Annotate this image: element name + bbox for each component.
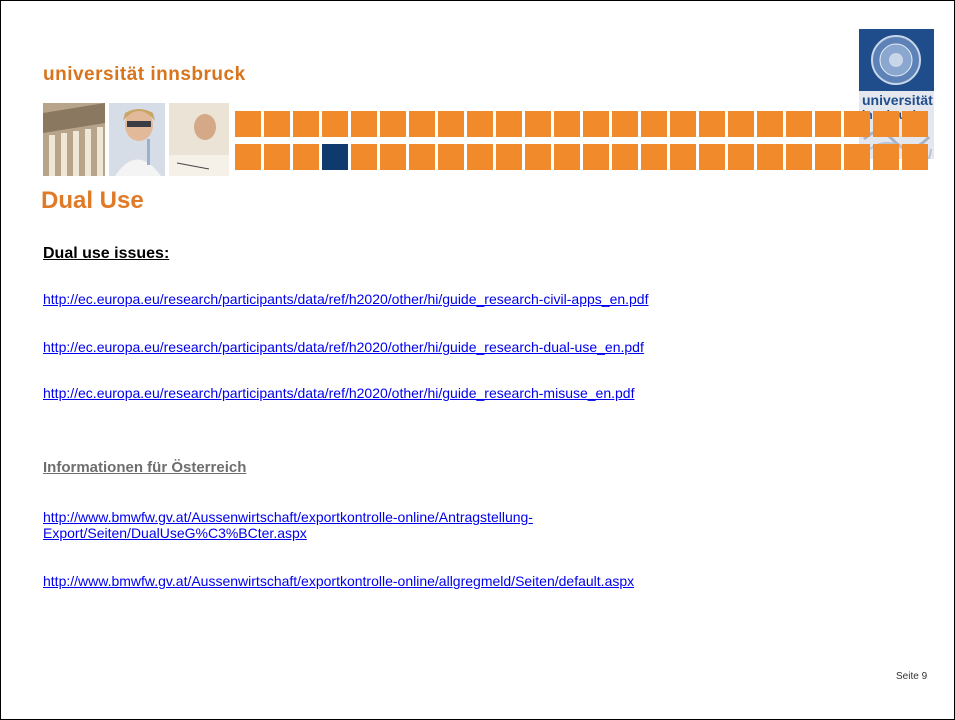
orange-tile xyxy=(264,111,290,137)
scientist-photo xyxy=(109,103,165,176)
orange-tile xyxy=(815,111,841,137)
orange-tile xyxy=(583,144,609,170)
orange-tile xyxy=(438,111,464,137)
orange-tile xyxy=(293,144,319,170)
orange-tile xyxy=(757,111,783,137)
orange-tile xyxy=(728,111,754,137)
orange-tile xyxy=(902,111,928,137)
orange-tile xyxy=(235,144,261,170)
orange-tile xyxy=(699,111,725,137)
orange-tile xyxy=(293,111,319,137)
orange-tile xyxy=(902,144,928,170)
orange-tile xyxy=(815,144,841,170)
university-brand-text: universität innsbruck xyxy=(43,64,246,85)
orange-tile xyxy=(786,144,812,170)
orange-tile xyxy=(641,111,667,137)
orange-tile xyxy=(641,144,667,170)
orange-tile xyxy=(612,144,638,170)
orange-tile xyxy=(409,144,435,170)
orange-tile xyxy=(438,144,464,170)
orange-tile xyxy=(554,144,580,170)
page-number: Seite 9 xyxy=(896,671,928,682)
orange-tile xyxy=(554,111,580,137)
orange-tile xyxy=(844,111,870,137)
orange-tile xyxy=(612,111,638,137)
orange-tile xyxy=(525,144,551,170)
orange-tile xyxy=(873,144,899,170)
orange-tile xyxy=(264,144,290,170)
orange-tile xyxy=(380,111,406,137)
link-allgregmeld[interactable]: http://www.bmwfw.gv.at/Aussenwirtschaft/… xyxy=(43,573,634,589)
orange-tile xyxy=(699,144,725,170)
orange-tile xyxy=(351,144,377,170)
orange-tile xyxy=(670,144,696,170)
orange-tile xyxy=(583,111,609,137)
orange-tile xyxy=(525,111,551,137)
orange-tile xyxy=(844,144,870,170)
slide-title: Dual Use xyxy=(41,187,144,214)
orange-tile xyxy=(467,111,493,137)
orange-tile xyxy=(496,144,522,170)
orange-tile xyxy=(322,111,348,137)
orange-tile xyxy=(351,111,377,137)
orange-tile xyxy=(235,111,261,137)
orange-tile xyxy=(728,144,754,170)
link-misuse[interactable]: http://ec.europa.eu/research/participant… xyxy=(43,385,634,401)
orange-tile xyxy=(409,111,435,137)
orange-tile xyxy=(757,144,783,170)
dual-use-issues-heading: Dual use issues: xyxy=(43,245,170,262)
link-civil-apps[interactable]: http://ec.europa.eu/research/participant… xyxy=(43,291,649,307)
link-dual-use[interactable]: http://ec.europa.eu/research/participant… xyxy=(43,339,644,355)
orange-tile xyxy=(786,111,812,137)
link-dualuse-goods[interactable]: http://www.bmwfw.gv.at/Aussenwirtschaft/… xyxy=(43,509,743,541)
orange-tile xyxy=(873,111,899,137)
orange-tile xyxy=(670,111,696,137)
austria-info-heading: Informationen für Österreich xyxy=(43,459,247,476)
navy-tile xyxy=(322,144,348,170)
building-photo xyxy=(43,103,105,176)
slide: universität innsbruck universität innsbr… xyxy=(0,0,955,720)
orange-tile xyxy=(496,111,522,137)
orange-tile xyxy=(467,144,493,170)
header-banner xyxy=(43,103,955,176)
orange-tile xyxy=(380,144,406,170)
classroom-photo xyxy=(169,103,229,176)
